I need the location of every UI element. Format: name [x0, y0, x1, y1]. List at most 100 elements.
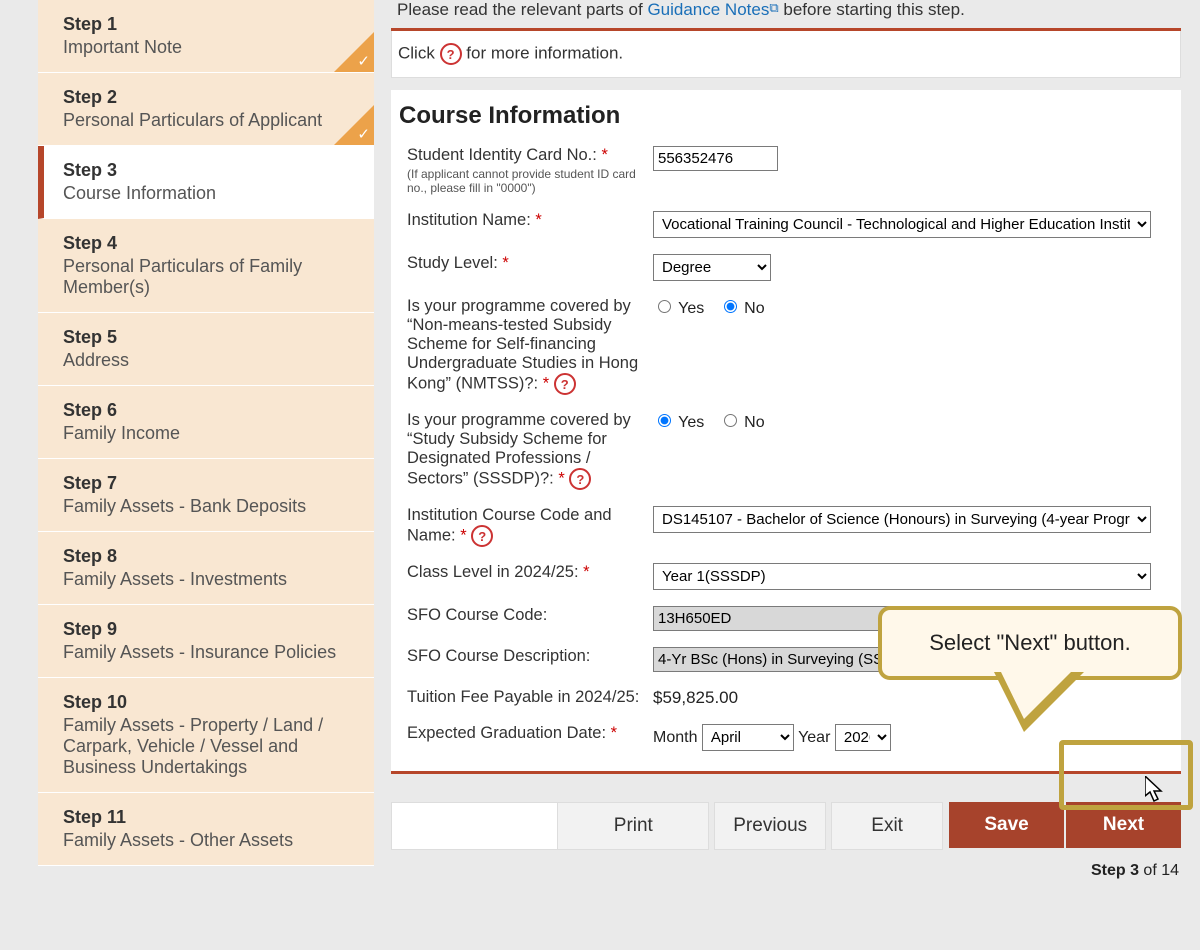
required-mark: *: [558, 469, 564, 487]
step-footer: Step 3 of 14: [391, 862, 1181, 880]
sidebar-step-11[interactable]: Step 11 Family Assets - Other Assets: [38, 793, 374, 866]
grad-month-select[interactable]: April: [702, 724, 794, 751]
label-text: Institution Course Code and Name:: [407, 506, 612, 544]
step-title: Family Assets - Insurance Policies: [63, 642, 354, 663]
guidance-pre: Please read the relevant parts of: [397, 0, 647, 19]
guidance-link-text: Guidance Notes: [647, 0, 769, 19]
field-institution: Vocational Training Council - Technologi…: [653, 211, 1173, 238]
row-course-code: Institution Course Code and Name: * ? DS…: [407, 498, 1173, 555]
sidebar-step-8[interactable]: Step 8 Family Assets - Investments: [38, 532, 374, 605]
step-num: Step 11: [63, 807, 354, 828]
step-total: of 14: [1139, 862, 1179, 879]
guidance-link[interactable]: Guidance Notes⧉: [647, 0, 778, 19]
label-sfo-desc: SFO Course Description:: [407, 647, 653, 666]
required-mark: *: [611, 724, 617, 742]
month-label: Month: [653, 729, 697, 746]
check-icon: ✓: [357, 52, 370, 70]
sidebar-step-5[interactable]: Step 5 Address: [38, 313, 374, 386]
step-num: Step 5: [63, 327, 354, 348]
tuition-value: $59,825.00: [653, 688, 1173, 708]
label-study-level: Study Level: *: [407, 254, 653, 273]
row-grad: Expected Graduation Date: * Month April …: [407, 716, 1173, 759]
sidebar-step-2[interactable]: Step 2 Personal Particulars of Applicant…: [38, 73, 374, 146]
label-nmtss: Is your programme covered by “Non-means-…: [407, 297, 653, 395]
step-num: Step 4: [63, 233, 354, 254]
label-institution: Institution Name: *: [407, 211, 653, 230]
step-title: Family Assets - Other Assets: [63, 830, 354, 851]
check-icon: ✓: [357, 125, 370, 143]
sidebar-step-10[interactable]: Step 10 Family Assets - Property / Land …: [38, 678, 374, 793]
row-nmtss: Is your programme covered by “Non-means-…: [407, 289, 1173, 403]
label-sub: (If applicant cannot provide student ID …: [407, 167, 645, 195]
radio-sssdp-no-label[interactable]: No: [719, 414, 765, 431]
button-spacer: [391, 802, 558, 850]
required-mark: *: [583, 563, 589, 581]
info-post: for more information.: [466, 43, 623, 62]
next-button[interactable]: Next: [1066, 802, 1181, 848]
field-student-id: [653, 146, 1173, 171]
sidebar-step-1[interactable]: Step 1 Important Note ✓: [38, 0, 374, 73]
student-id-input[interactable]: [653, 146, 778, 171]
button-label: Exit: [871, 815, 903, 837]
row-sssdp: Is your programme covered by “Study Subs…: [407, 403, 1173, 498]
label-sfo-code: SFO Course Code:: [407, 606, 653, 625]
button-row: Print Previous Exit Save Next: [391, 802, 1181, 850]
exit-button[interactable]: Exit: [831, 802, 943, 850]
class-level-select[interactable]: Year 1(SSSDP): [653, 563, 1151, 590]
sidebar-step-6[interactable]: Step 6 Family Income: [38, 386, 374, 459]
step-title: Personal Particulars of Family Member(s): [63, 256, 354, 298]
step-num: Step 8: [63, 546, 354, 567]
print-button[interactable]: Print: [557, 802, 709, 850]
step-num: Step 10: [63, 692, 354, 713]
label-text: Student Identity Card No.:: [407, 146, 597, 164]
course-code-select[interactable]: DS145107 - Bachelor of Science (Honours)…: [653, 506, 1151, 533]
help-icon[interactable]: ?: [471, 525, 493, 547]
label-tuition: Tuition Fee Payable in 2024/25:: [407, 688, 653, 707]
institution-select[interactable]: Vocational Training Council - Technologi…: [653, 211, 1151, 238]
row-sfo-desc: SFO Course Description:: [407, 639, 1173, 680]
radio-sssdp-no[interactable]: [724, 414, 737, 427]
field-class-level: Year 1(SSSDP): [653, 563, 1173, 590]
course-form: Student Identity Card No.: * (If applica…: [391, 138, 1181, 774]
previous-button[interactable]: Previous: [714, 802, 826, 850]
step-num: Step 7: [63, 473, 354, 494]
step-title: Address: [63, 350, 354, 371]
radio-text: No: [744, 300, 764, 317]
step-num: Step 2: [63, 87, 354, 108]
help-icon[interactable]: ?: [569, 468, 591, 490]
step-num: Step 1: [63, 14, 354, 35]
row-institution: Institution Name: * Vocational Training …: [407, 203, 1173, 246]
sfo-desc-input: [653, 647, 1123, 672]
label-text: Is your programme covered by “Study Subs…: [407, 411, 631, 487]
sidebar-step-3[interactable]: Step 3 Course Information: [38, 146, 374, 219]
row-sfo-code: SFO Course Code:: [407, 598, 1173, 639]
sidebar: Step 1 Important Note ✓ Step 2 Personal …: [38, 0, 374, 866]
radio-text: Yes: [678, 300, 704, 317]
help-icon[interactable]: ?: [440, 43, 462, 65]
row-tuition: Tuition Fee Payable in 2024/25: $59,825.…: [407, 680, 1173, 716]
radio-sssdp-yes-label[interactable]: Yes: [653, 414, 704, 431]
help-icon[interactable]: ?: [554, 373, 576, 395]
sidebar-step-7[interactable]: Step 7 Family Assets - Bank Deposits: [38, 459, 374, 532]
step-num: Step 3: [63, 160, 354, 181]
field-course-code: DS145107 - Bachelor of Science (Honours)…: [653, 506, 1173, 533]
study-level-select[interactable]: Degree: [653, 254, 771, 281]
label-course-code: Institution Course Code and Name: * ?: [407, 506, 653, 547]
required-mark: *: [601, 146, 607, 164]
grad-year-select[interactable]: 2026: [835, 724, 891, 751]
required-mark: *: [502, 254, 508, 272]
radio-sssdp-yes[interactable]: [658, 414, 671, 427]
sidebar-step-4[interactable]: Step 4 Personal Particulars of Family Me…: [38, 219, 374, 313]
label-text: Institution Name:: [407, 211, 531, 229]
radio-nmtss-yes[interactable]: [658, 300, 671, 313]
field-nmtss: Yes No: [653, 297, 1173, 318]
save-button[interactable]: Save: [949, 802, 1064, 848]
step-title: Important Note: [63, 37, 354, 58]
step-num: Step 6: [63, 400, 354, 421]
year-label: Year: [798, 729, 830, 746]
sidebar-step-9[interactable]: Step 9 Family Assets - Insurance Policie…: [38, 605, 374, 678]
radio-nmtss-yes-label[interactable]: Yes: [653, 300, 704, 317]
step-num: Step 9: [63, 619, 354, 640]
radio-nmtss-no[interactable]: [724, 300, 737, 313]
radio-nmtss-no-label[interactable]: No: [719, 300, 765, 317]
